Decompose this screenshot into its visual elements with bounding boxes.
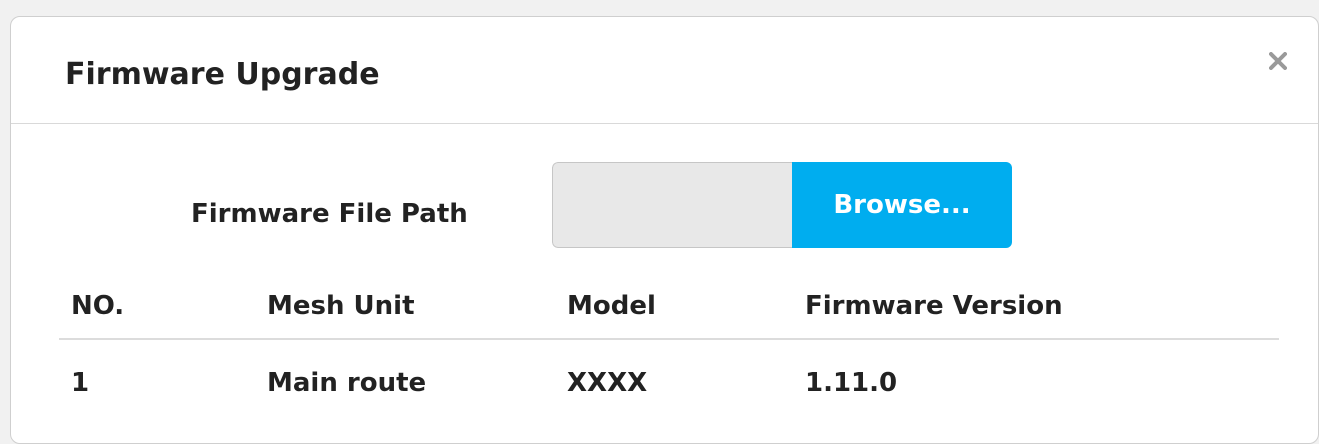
cell-no: 1 — [71, 368, 90, 398]
cell-firmware-version: 1.11.0 — [805, 368, 898, 398]
dialog-title: Firmware Upgrade — [65, 57, 380, 92]
table-row: 1 Main route XXXX 1.11.0 — [59, 339, 1279, 426]
file-picker: Browse... — [552, 162, 1012, 248]
column-header-mesh-unit: Mesh Unit — [255, 274, 555, 340]
column-header-no: NO. — [59, 274, 255, 340]
column-header-firmware-version: Firmware Version — [793, 274, 1279, 340]
close-button[interactable] — [1258, 41, 1298, 81]
close-icon — [1269, 52, 1287, 70]
mesh-units-table: NO. Mesh Unit Model Firmware Version 1 M… — [59, 274, 1279, 426]
firmware-file-path-input[interactable] — [552, 162, 792, 248]
dialog-body: Firmware File Path Browse... NO. Mesh Un… — [11, 124, 1318, 443]
cell-mesh-unit: Main route — [267, 368, 427, 398]
firmware-file-path-label: Firmware File Path — [191, 199, 468, 229]
cell-model: XXXX — [567, 368, 648, 398]
dialog-header: Firmware Upgrade — [11, 17, 1318, 124]
column-header-model: Model — [555, 274, 793, 340]
firmware-upgrade-dialog: Firmware Upgrade Firmware File Path Brow… — [10, 16, 1319, 444]
browse-button[interactable]: Browse... — [792, 162, 1012, 248]
table-header-row: NO. Mesh Unit Model Firmware Version — [59, 274, 1279, 340]
